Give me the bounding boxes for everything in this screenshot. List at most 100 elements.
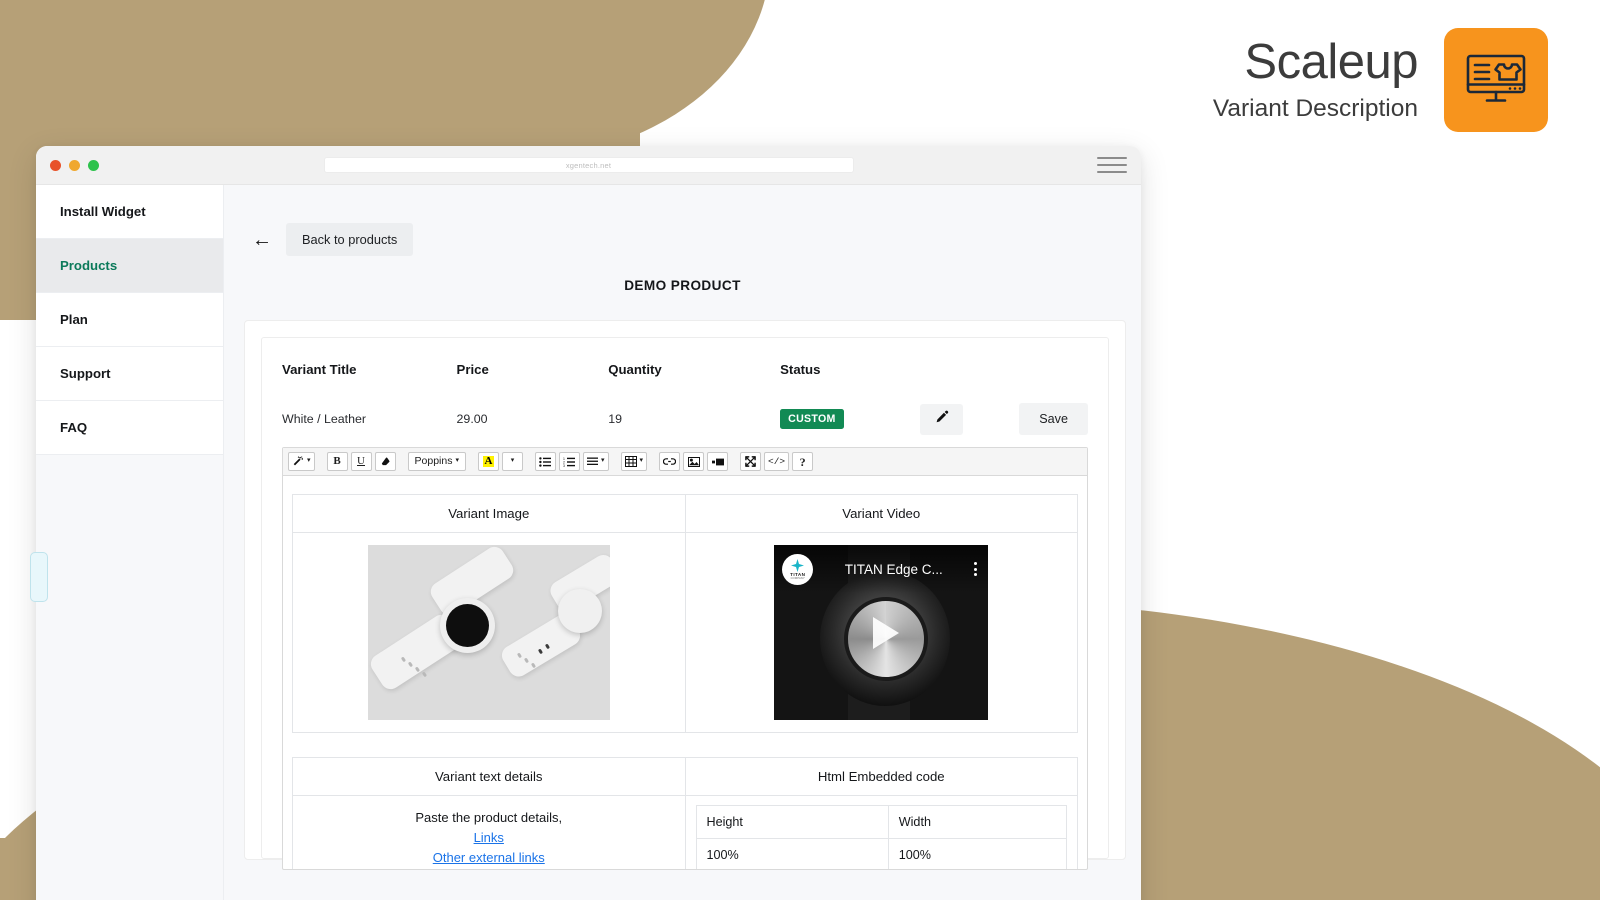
- media-header-variant-image: Variant Image: [292, 494, 686, 533]
- cell-price: 29.00: [456, 412, 488, 426]
- text-detail-links: Links: [299, 830, 679, 845]
- details-table: Variant text details Html Embedded code …: [292, 757, 1078, 869]
- left-edge-tab[interactable]: [30, 552, 48, 602]
- media-table: Variant Image Variant Video TITAN COMPAN…: [292, 494, 1078, 733]
- arrow-left-icon[interactable]: ←: [252, 230, 272, 250]
- toolbar-group-lists: 1 2 3 ▾: [534, 452, 612, 471]
- video-title: TITAN Edge C...: [844, 561, 943, 577]
- cell-variant-title: White / Leather: [282, 412, 367, 426]
- toolbar-group-font-color: A ▾: [477, 452, 526, 471]
- font-family-value: Poppins: [414, 455, 453, 468]
- underline-button[interactable]: U: [350, 452, 372, 471]
- table-dropdown[interactable]: ▾: [620, 452, 648, 471]
- embed-value-width[interactable]: 100%: [887, 838, 1068, 869]
- embed-header-width: Width: [887, 805, 1068, 839]
- media-header-variant-video: Variant Video: [684, 494, 1078, 533]
- embed-dimensions-table: Height Width 100% 100%: [695, 805, 1068, 869]
- close-window-button[interactable]: [50, 159, 61, 171]
- column-header-price: Price: [456, 362, 489, 377]
- window-controls[interactable]: [50, 159, 99, 171]
- font-color-button[interactable]: A: [477, 452, 499, 471]
- address-bar[interactable]: xgentech.net: [323, 157, 854, 173]
- embed-value-height[interactable]: 100%: [695, 838, 889, 869]
- sidebar: Install Widget Products Plan Support FAQ: [36, 185, 224, 900]
- embed-header-height: Height: [695, 805, 889, 839]
- toolbar-group-table: ▾: [620, 452, 651, 471]
- video-button[interactable]: [707, 452, 729, 471]
- details-header-variant-text: Variant text details: [292, 757, 686, 796]
- table-row: White / Leather 29.00 19 CUSTOM Save: [282, 403, 1088, 435]
- cell-save: Save: [1019, 403, 1088, 435]
- details-header-html-embed: Html Embedded code: [684, 757, 1078, 796]
- cell-quantity: 19: [608, 412, 623, 426]
- column-header-variant-title: Variant Title: [282, 362, 357, 377]
- media-table-content-row: TITAN COMPANY TITAN Edge C...: [292, 532, 1078, 733]
- sidebar-item-products[interactable]: Products: [36, 239, 223, 293]
- rich-text-editor: ▾ B U Poppins ▾ A ▾ 1 2 3 ▾ ▾ </> ? Vari…: [282, 447, 1088, 870]
- variant-table: Variant Title Price Quantity Status Whit…: [282, 356, 1088, 435]
- remove-format-button[interactable]: [374, 452, 396, 471]
- cell-edit: [920, 403, 1019, 435]
- link-button[interactable]: [659, 452, 681, 471]
- text-detail-line-1: Paste the product details,: [415, 810, 563, 825]
- toolbar-group-insert: [659, 452, 731, 471]
- details-table-content-row: Paste the product details, Links Other e…: [292, 795, 1078, 869]
- svg-text:3: 3: [563, 464, 565, 467]
- font-family-dropdown[interactable]: Poppins ▾: [407, 452, 466, 471]
- back-row: ← Back to products: [224, 185, 1141, 256]
- brand-title: Scaleup: [1244, 35, 1418, 90]
- sidebar-item-support[interactable]: Support: [36, 347, 223, 401]
- html-embed-cell: Height Width 100% 100%: [684, 795, 1078, 869]
- maximize-window-button[interactable]: [88, 159, 99, 171]
- hamburger-menu-icon[interactable]: [1097, 157, 1127, 173]
- embed-value-row: 100% 100%: [695, 838, 1068, 869]
- sidebar-item-label: FAQ: [60, 420, 88, 435]
- cell-status: CUSTOM: [780, 403, 920, 435]
- column-header-status: Status: [780, 362, 821, 377]
- sidebar-item-faq[interactable]: FAQ: [36, 401, 223, 455]
- brand-header: Scaleup Variant Description: [1213, 28, 1548, 132]
- editor-toolbar: ▾ B U Poppins ▾ A ▾ 1 2 3 ▾ ▾ </> ?: [283, 448, 1087, 476]
- brand-subtitle: Variant Description: [1212, 94, 1418, 122]
- sidebar-item-label: Support: [60, 366, 111, 381]
- titan-logo-subtext: COMPANY: [790, 576, 805, 580]
- sidebar-item-plan[interactable]: Plan: [36, 293, 223, 347]
- align-dropdown[interactable]: ▾: [582, 452, 609, 471]
- smartwatch-product-image: [367, 545, 610, 720]
- unordered-list-button[interactable]: [534, 452, 556, 471]
- ordered-list-button[interactable]: 1 2 3: [558, 452, 580, 471]
- toolbar-group-text-style: B U: [326, 452, 399, 471]
- toolbar-group-format-painter: ▾: [288, 452, 318, 471]
- kebab-menu-icon[interactable]: [974, 559, 980, 578]
- video-header-bar: TITAN COMPANY TITAN Edge C...: [774, 545, 989, 593]
- column-header-edit: [920, 356, 1019, 403]
- variant-inner-card: Variant Title Price Quantity Status Whit…: [261, 337, 1109, 870]
- media-table-header-row: Variant Image Variant Video: [292, 494, 1078, 533]
- image-button[interactable]: [683, 452, 705, 471]
- column-header-quantity: Quantity: [608, 362, 662, 377]
- bold-button[interactable]: B: [326, 452, 348, 471]
- editor-content-area[interactable]: Variant Image Variant Video TITAN COMPAN…: [283, 476, 1087, 869]
- youtube-video-embed[interactable]: TITAN COMPANY TITAN Edge C...: [774, 545, 989, 720]
- edit-variant-button[interactable]: [920, 403, 964, 435]
- help-button[interactable]: ?: [792, 452, 814, 471]
- play-triangle-icon[interactable]: [873, 616, 900, 649]
- code-view-button[interactable]: </>: [764, 452, 790, 471]
- variant-video-cell: TITAN COMPANY TITAN Edge C...: [684, 532, 1078, 733]
- other-external-links-link[interactable]: Other external links: [433, 850, 545, 865]
- minimize-window-button[interactable]: [69, 159, 80, 171]
- back-to-products-button[interactable]: Back to products: [286, 223, 414, 256]
- browser-window: xgentech.net Install Widget Products Pla…: [36, 146, 1141, 900]
- format-painter-dropdown[interactable]: ▾: [288, 452, 315, 471]
- links-link[interactable]: Links: [474, 830, 504, 845]
- save-button[interactable]: Save: [1019, 403, 1088, 435]
- sidebar-item-install-widget[interactable]: Install Widget: [36, 185, 223, 239]
- column-header-save: [1019, 356, 1088, 403]
- titan-channel-logo-icon: TITAN COMPANY: [782, 553, 814, 585]
- fullscreen-button[interactable]: [740, 452, 762, 471]
- browser-titlebar: xgentech.net: [36, 146, 1141, 185]
- font-color-dropdown[interactable]: ▾: [501, 452, 523, 471]
- table-spacer: [292, 733, 1078, 757]
- pencil-icon: [934, 410, 949, 428]
- window-body: Install Widget Products Plan Support FAQ…: [36, 185, 1141, 900]
